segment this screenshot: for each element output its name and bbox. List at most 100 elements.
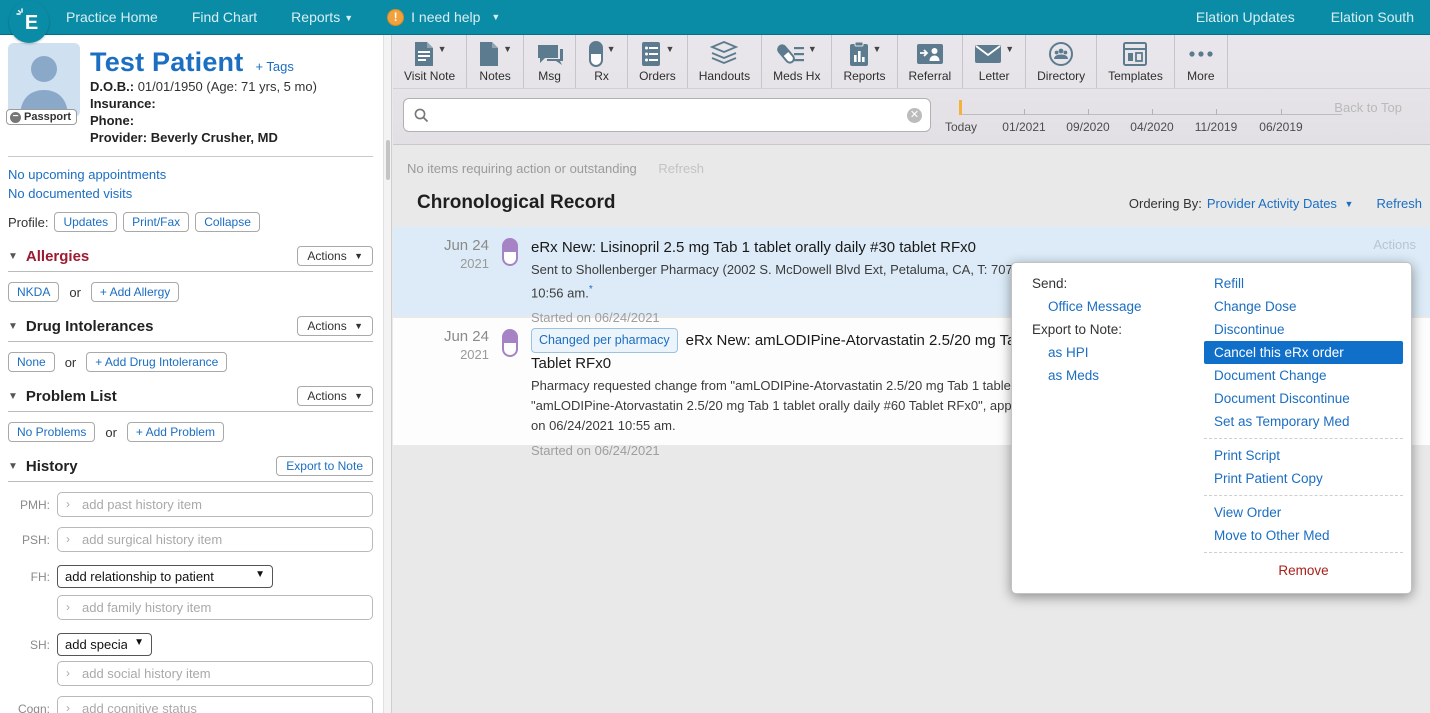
menu-item-set-temporary-med[interactable]: Set as Temporary Med xyxy=(1204,410,1403,433)
sparkle-icon xyxy=(16,8,23,15)
menu-item-cancel-erx-order[interactable]: Cancel this eRx order xyxy=(1204,341,1403,364)
collapse-triangle-icon[interactable]: ▼ xyxy=(8,391,18,402)
rx-pill-icon xyxy=(588,41,603,67)
add-problem-button[interactable]: + Add Problem xyxy=(126,422,224,442)
sh-input[interactable] xyxy=(57,661,373,686)
pmh-input[interactable] xyxy=(57,492,373,517)
toolbar-orders-button[interactable]: ▼ Orders xyxy=(628,35,688,88)
toolbar-msg-button[interactable]: Msg xyxy=(524,35,577,88)
passport-badge[interactable]: − Passport xyxy=(6,109,78,125)
caret-down-icon: ▼ xyxy=(437,44,447,54)
none-intolerance-button[interactable]: None xyxy=(8,352,55,372)
menu-item-view-order[interactable]: View Order xyxy=(1204,501,1403,524)
elation-logo[interactable]: E xyxy=(9,1,49,43)
collapse-triangle-icon[interactable]: ▼ xyxy=(8,251,18,262)
back-to-top-link[interactable]: Back to Top xyxy=(1334,100,1402,115)
fh-input[interactable] xyxy=(57,595,373,620)
caret-down-icon: ▼ xyxy=(872,44,882,54)
allergies-actions-button[interactable]: Actions ▼ xyxy=(297,246,373,266)
psh-input[interactable] xyxy=(57,527,373,552)
menu-item-refill[interactable]: Refill xyxy=(1204,272,1403,295)
intolerances-actions-button[interactable]: Actions ▼ xyxy=(297,316,373,336)
no-upcoming-appointments-link[interactable]: No upcoming appointments xyxy=(8,165,373,184)
profile-updates-button[interactable]: Updates xyxy=(54,212,118,232)
caret-down-icon: ▼ xyxy=(344,13,354,23)
no-problems-button[interactable]: No Problems xyxy=(8,422,96,442)
chart-search-box[interactable]: ✕ xyxy=(403,98,931,132)
menu-item-discontinue[interactable]: Discontinue xyxy=(1204,318,1403,341)
menu-item-document-change[interactable]: Document Change xyxy=(1204,364,1403,387)
nav-reports[interactable]: Reports ▼ xyxy=(291,9,353,25)
menu-item-document-discontinue[interactable]: Document Discontinue xyxy=(1204,387,1403,410)
sidebar-scrollbar[interactable] xyxy=(383,35,392,713)
menu-item-office-message[interactable]: Office Message xyxy=(1032,295,1204,318)
allergies-title: Allergies xyxy=(25,247,90,265)
menu-item-print-script[interactable]: Print Script xyxy=(1204,444,1403,467)
ordering-by-dropdown[interactable]: Provider Activity Dates ▼ xyxy=(1207,196,1354,211)
nav-elation-south[interactable]: Elation South xyxy=(1331,9,1414,25)
nav-practice-home[interactable]: Practice Home xyxy=(66,9,158,25)
add-tags-link[interactable]: + Tags xyxy=(255,59,293,74)
cogn-input[interactable] xyxy=(57,696,373,713)
toolbar-referral-button[interactable]: Referral xyxy=(898,35,964,88)
toolbar-templates-button[interactable]: Templates xyxy=(1097,35,1175,88)
toolbar-more-button[interactable]: More xyxy=(1175,35,1228,88)
add-intolerance-button[interactable]: + Add Drug Intolerance xyxy=(86,352,228,372)
menu-item-as-meds[interactable]: as Meds xyxy=(1032,364,1204,387)
avatar xyxy=(8,43,80,117)
sh-special-select[interactable]: add special xyxy=(57,633,152,656)
profile-collapse-button[interactable]: Collapse xyxy=(195,212,260,232)
toolbar-notes-button[interactable]: ▼ Notes xyxy=(467,35,525,88)
profile-printfax-button[interactable]: Print/Fax xyxy=(123,212,190,232)
menu-divider xyxy=(1204,552,1403,553)
nkda-button[interactable]: NKDA xyxy=(8,282,60,302)
meds-history-icon xyxy=(776,44,804,64)
menu-item-as-hpi[interactable]: as HPI xyxy=(1032,341,1204,364)
cogn-label: Cogn: xyxy=(17,701,50,713)
collapse-triangle-icon[interactable]: ▼ xyxy=(8,461,18,472)
toolbar-visit-note-button[interactable]: ▼ Visit Note xyxy=(393,35,468,88)
add-allergy-button[interactable]: + Add Allergy xyxy=(90,282,180,302)
chevron-right-icon: › xyxy=(66,666,70,680)
page-title: Chronological Record xyxy=(417,192,616,213)
timeline-label[interactable]: 11/2019 xyxy=(1184,120,1248,134)
problems-actions-button[interactable]: Actions ▼ xyxy=(297,386,373,406)
toolbar-rx-button[interactable]: ▼ Rx xyxy=(576,35,629,88)
caret-down-icon: ▼ xyxy=(1344,198,1354,209)
chart-timeline: Today 01/2021 09/2020 04/2020 11/2019 06… xyxy=(945,97,1393,141)
collapse-triangle-icon[interactable]: ▼ xyxy=(8,321,18,332)
nav-elation-updates[interactable]: Elation Updates xyxy=(1196,9,1295,25)
fh-label: FH: xyxy=(30,569,50,584)
menu-divider xyxy=(1204,495,1403,496)
status-refresh-link[interactable]: Refresh xyxy=(658,161,704,176)
menu-item-print-patient-copy[interactable]: Print Patient Copy xyxy=(1204,467,1403,490)
chevron-right-icon: › xyxy=(66,600,70,614)
fh-relationship-select[interactable]: add relationship to patient xyxy=(57,565,273,588)
export-to-note-button[interactable]: Export to Note xyxy=(276,456,373,476)
timeline-label[interactable]: 01/2021 xyxy=(992,120,1056,134)
record-refresh-link[interactable]: Refresh xyxy=(1376,196,1422,211)
search-input[interactable] xyxy=(436,107,907,123)
timeline-label-today[interactable]: Today xyxy=(929,120,993,134)
dob-line: D.O.B.: 01/01/1950 (Age: 71 yrs, 5 mo) xyxy=(90,79,317,94)
toolbar-meds-hx-button[interactable]: ▼ Meds Hx xyxy=(762,35,833,88)
erx-actions-context-menu: Send: Office Message Export to Note: as … xyxy=(1011,262,1412,594)
no-documented-visits-link[interactable]: No documented visits xyxy=(8,184,373,203)
timeline-label[interactable]: 09/2020 xyxy=(1056,120,1120,134)
toolbar-directory-button[interactable]: Directory xyxy=(1026,35,1098,88)
toolbar-letter-button[interactable]: ▼ Letter xyxy=(963,35,1027,88)
scrollbar-thumb[interactable] xyxy=(386,140,390,180)
timeline-label[interactable]: 06/2019 xyxy=(1249,120,1313,134)
visit-note-icon xyxy=(414,42,433,66)
menu-item-move-to-other-med[interactable]: Move to Other Med xyxy=(1204,524,1403,547)
toolbar-reports-button[interactable]: ▼ Reports xyxy=(832,35,898,88)
or-text: or xyxy=(105,424,117,440)
nav-help[interactable]: ! I need help ▼ xyxy=(387,8,500,26)
menu-item-remove[interactable]: Remove xyxy=(1204,558,1403,584)
menu-item-change-dose[interactable]: Change Dose xyxy=(1204,295,1403,318)
timeline-label[interactable]: 04/2020 xyxy=(1120,120,1184,134)
toolbar-handouts-button[interactable]: Handouts xyxy=(688,35,763,88)
search-timeline-row: ✕ Today 01/2021 09/2020 04/2020 11/2019 … xyxy=(393,89,1430,144)
clear-search-icon[interactable]: ✕ xyxy=(907,107,922,123)
nav-find-chart[interactable]: Find Chart xyxy=(192,9,257,25)
